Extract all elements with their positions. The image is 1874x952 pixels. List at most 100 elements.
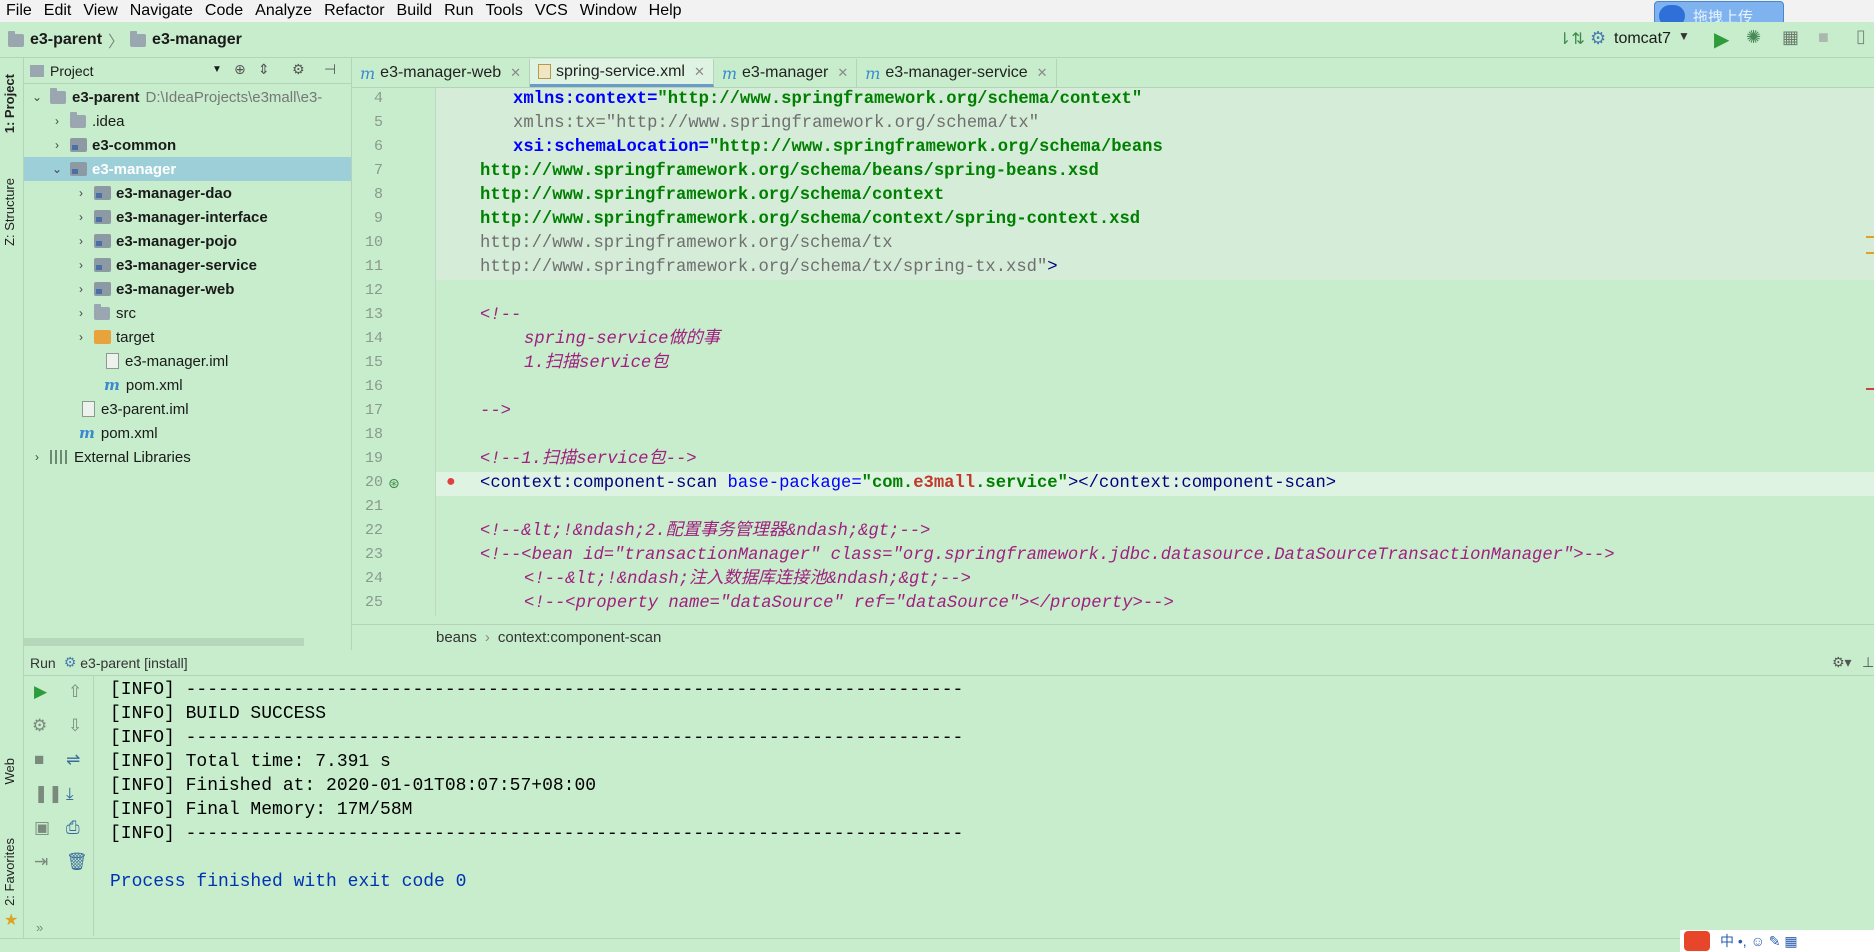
chevron-right-icon[interactable]: › xyxy=(74,210,88,224)
menu-build[interactable]: Build xyxy=(391,2,439,20)
tree-item-e3-manager-iml[interactable]: e3-manager.iml xyxy=(106,349,228,373)
menu-run[interactable]: Run xyxy=(438,2,479,20)
maven-icon: m xyxy=(79,424,95,442)
chevron-right-icon[interactable]: › xyxy=(74,186,88,200)
close-icon[interactable]: ✕ xyxy=(1037,65,1048,81)
coverage-icon[interactable]: ▦ xyxy=(1782,27,1799,48)
tree-item-root-pom-xml[interactable]: m pom.xml xyxy=(79,421,158,445)
chevron-down-icon[interactable]: ▼ xyxy=(212,64,222,75)
tab-web-tool[interactable]: Web xyxy=(2,758,17,785)
menu-navigate[interactable]: Navigate xyxy=(124,2,199,20)
rerun-icon[interactable]: ▶ xyxy=(34,682,47,702)
chevron-down-icon[interactable]: ▼ xyxy=(1678,29,1690,43)
tab-structure-tool[interactable]: Z: Structure xyxy=(2,178,17,246)
stop-icon[interactable]: ■ xyxy=(1818,27,1829,48)
menu-analyze[interactable]: Analyze xyxy=(249,2,318,20)
tree-item-e3-manager[interactable]: ⌄ e3-manager xyxy=(24,157,351,181)
tree-item-e3-manager-service[interactable]: › e3-manager-service xyxy=(74,253,257,277)
menu-code[interactable]: Code xyxy=(199,2,249,20)
tree-item-external-libraries[interactable]: › External Libraries xyxy=(30,445,191,469)
camera-icon[interactable]: ▣ xyxy=(34,818,50,838)
menu-view[interactable]: View xyxy=(77,2,123,20)
close-icon[interactable]: ✕ xyxy=(837,65,848,81)
console-output[interactable]: [INFO] ---------------------------------… xyxy=(110,678,1710,938)
more-icon[interactable]: » xyxy=(36,920,43,935)
chevron-down-icon[interactable]: ⌄ xyxy=(30,90,44,104)
tab-project-tool[interactable]: 1: Project xyxy=(2,74,17,133)
menu-help[interactable]: Help xyxy=(643,2,688,20)
tree-item-idea[interactable]: › .idea xyxy=(50,109,125,133)
breadcrumb-root[interactable]: e3-parent xyxy=(30,31,102,49)
chevron-right-icon[interactable]: › xyxy=(74,234,88,248)
breadcrumb-beans[interactable]: beans xyxy=(436,629,477,646)
print-icon[interactable]: ⎙ xyxy=(66,818,80,838)
project-panel-title[interactable]: Project xyxy=(50,63,94,79)
tree-item-e3-common[interactable]: › e3-common xyxy=(50,133,176,157)
exit-icon[interactable]: ⇥ xyxy=(34,852,48,872)
scroll-end-icon[interactable]: ⤓ xyxy=(66,784,74,804)
tree-item-e3-parent-iml[interactable]: e3-parent.iml xyxy=(82,397,189,421)
tab-spring-service-xml[interactable]: spring-service.xml ✕ xyxy=(530,59,714,87)
chevron-down-icon[interactable]: ⌄ xyxy=(50,162,64,176)
chevron-right-icon[interactable]: › xyxy=(74,306,88,320)
run-config-select[interactable]: tomcat7 xyxy=(1614,30,1671,48)
settings-icon[interactable]: ⚙ xyxy=(292,61,305,78)
tree-item-e3-parent[interactable]: ⌄ e3-parent D:\IdeaProjects\e3mall\e3- xyxy=(30,85,322,109)
code-editor[interactable]: xmlns:context="http://www.springframewor… xyxy=(436,88,1874,616)
debug-icon[interactable]: ✺ xyxy=(1746,27,1761,48)
close-icon[interactable]: ✕ xyxy=(694,64,705,80)
chevron-right-icon[interactable]: › xyxy=(50,114,64,128)
tree-item-e3-manager-dao[interactable]: › e3-manager-dao xyxy=(74,181,232,205)
tree-item-pom-xml[interactable]: m pom.xml xyxy=(104,373,183,397)
debug-icon[interactable]: ⚙ xyxy=(32,716,47,736)
menu-file[interactable]: File xyxy=(0,2,38,20)
hide-icon[interactable]: ⊣ xyxy=(324,61,336,78)
run-config-label[interactable]: e3-parent [install] xyxy=(80,655,187,671)
tree-item-src[interactable]: › src xyxy=(74,301,136,325)
menu-window[interactable]: Window xyxy=(574,2,643,20)
left-tool-strip: 1: Project Z: Structure Web 2: Favorites… xyxy=(0,58,24,952)
sort-icon[interactable]: ⇂⇅ xyxy=(1558,29,1585,49)
breadcrumb-child[interactable]: e3-manager xyxy=(152,31,242,49)
ime-toolbar-icons[interactable]: 中 •, ☺ ✎ ▦ xyxy=(1720,931,1798,951)
chevron-right-icon[interactable]: › xyxy=(74,330,88,344)
collapse-icon[interactable]: ⇕ xyxy=(258,61,270,78)
warning-marker[interactable] xyxy=(1866,236,1874,238)
chevron-right-icon[interactable]: › xyxy=(74,258,88,272)
chevron-right-icon[interactable]: › xyxy=(74,282,88,296)
settings-icon[interactable]: ⚙▾ xyxy=(1832,654,1852,671)
horizontal-scrollbar[interactable] xyxy=(24,638,304,646)
chevron-right-icon[interactable]: › xyxy=(50,138,64,152)
run-icon[interactable]: ▶ xyxy=(1714,27,1729,52)
menu-vcs[interactable]: VCS xyxy=(529,2,574,20)
menu-refactor[interactable]: Refactor xyxy=(318,2,390,20)
close-icon[interactable]: ✕ xyxy=(510,65,521,81)
wrap-icon[interactable]: ⇌ xyxy=(66,750,80,770)
chevron-right-icon[interactable]: › xyxy=(30,450,44,464)
line-number: 16 xyxy=(364,378,383,395)
locate-icon[interactable]: ⊕ xyxy=(234,61,246,78)
tree-item-e3-manager-interface[interactable]: › e3-manager-interface xyxy=(74,205,268,229)
tab-e3-manager[interactable]: m e3-manager ✕ xyxy=(714,59,858,87)
pause-icon[interactable]: ❚❚ xyxy=(34,784,63,804)
down-arrow-icon[interactable]: ⇩ xyxy=(68,716,82,736)
hide-icon[interactable]: ⊥ xyxy=(1862,654,1874,671)
spring-bean-icon[interactable]: ⊛ xyxy=(388,475,400,492)
tree-item-target[interactable]: › target xyxy=(74,325,154,349)
warning-marker[interactable] xyxy=(1866,252,1874,254)
error-stripe[interactable] xyxy=(1866,88,1874,616)
sogou-icon[interactable] xyxy=(1684,931,1710,951)
up-arrow-icon[interactable]: ⇧ xyxy=(68,682,82,702)
menu-edit[interactable]: Edit xyxy=(38,2,78,20)
tab-favorites-tool[interactable]: 2: Favorites xyxy=(2,838,17,906)
tab-e3-manager-service[interactable]: m e3-manager-service ✕ xyxy=(857,59,1057,87)
error-marker[interactable] xyxy=(1866,388,1874,390)
tab-e3-manager-web[interactable]: m e3-manager-web ✕ xyxy=(352,59,531,87)
tree-item-e3-manager-web[interactable]: › e3-manager-web xyxy=(74,277,234,301)
stop-icon[interactable]: ■ xyxy=(34,750,44,770)
breadcrumb-component-scan[interactable]: context:component-scan xyxy=(498,629,661,646)
menu-tools[interactable]: Tools xyxy=(479,2,528,20)
tree-item-e3-manager-pojo[interactable]: › e3-manager-pojo xyxy=(74,229,237,253)
trash-icon[interactable]: 🗑 xyxy=(66,852,88,872)
tree-item-label: e3-parent xyxy=(72,88,140,106)
